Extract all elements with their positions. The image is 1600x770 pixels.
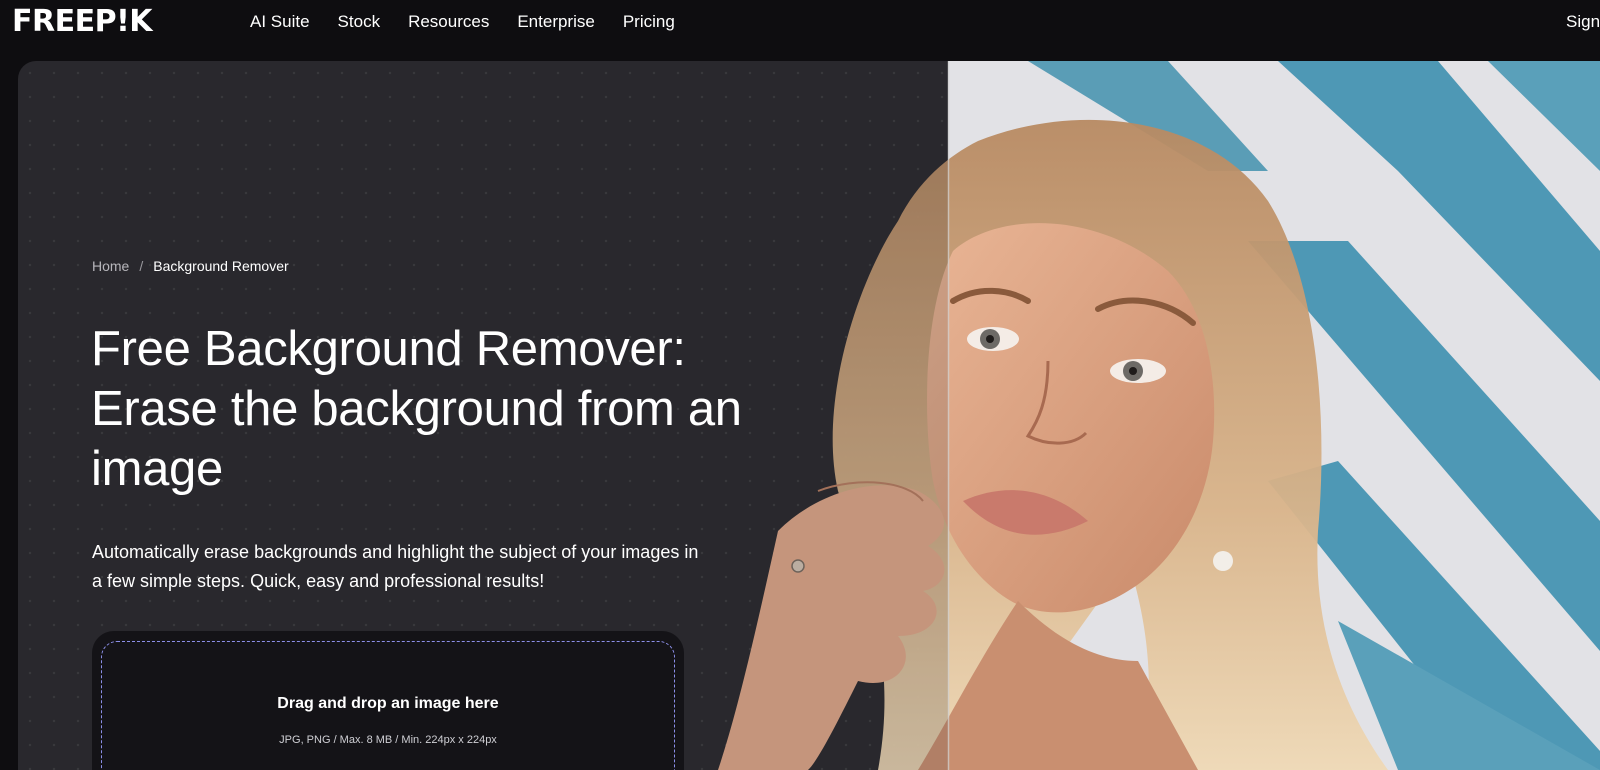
nav-link-ai-suite[interactable]: AI Suite bbox=[250, 11, 310, 33]
image-drop-zone[interactable]: Drag and drop an image here JPG, PNG / M… bbox=[101, 641, 675, 770]
sign-in-link[interactable]: Sign bbox=[1566, 11, 1600, 33]
hero-section: Home / Background Remover Free Backgroun… bbox=[18, 61, 1600, 770]
nav-link-pricing[interactable]: Pricing bbox=[623, 11, 675, 33]
breadcrumb: Home / Background Remover bbox=[92, 257, 289, 275]
freepik-logo[interactable]: FREEP!K bbox=[12, 6, 153, 38]
breadcrumb-current: Background Remover bbox=[153, 258, 289, 274]
main-nav: AI Suite Stock Resources Enterprise Pric… bbox=[250, 11, 675, 33]
breadcrumb-separator: / bbox=[139, 258, 144, 274]
nav-link-resources[interactable]: Resources bbox=[408, 11, 489, 33]
nav-link-enterprise[interactable]: Enterprise bbox=[517, 11, 594, 33]
breadcrumb-home-link[interactable]: Home bbox=[92, 257, 129, 275]
drop-zone-title: Drag and drop an image here bbox=[277, 695, 499, 712]
drop-zone-hint: JPG, PNG / Max. 8 MB / Min. 224px x 224p… bbox=[279, 734, 497, 746]
page-subtitle: Automatically erase backgrounds and high… bbox=[92, 542, 699, 591]
nav-link-stock[interactable]: Stock bbox=[338, 11, 381, 33]
page-title: Free Background Remover: Erase the backg… bbox=[91, 322, 742, 496]
upload-panel: Drag and drop an image here JPG, PNG / M… bbox=[92, 631, 684, 770]
top-navigation: FREEP!K AI Suite Stock Resources Enterpr… bbox=[0, 0, 1600, 46]
